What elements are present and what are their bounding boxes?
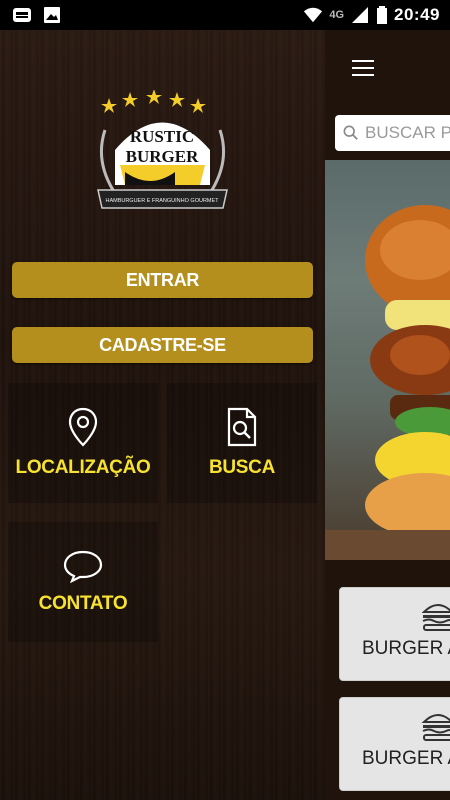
tile-search[interactable]: BUSCA: [167, 383, 317, 503]
hamburger-menu-icon[interactable]: [352, 60, 374, 76]
logo-line1: RUSTIC: [130, 127, 194, 146]
tile-location-label: LOCALIZAÇÃO: [15, 457, 151, 478]
notification-app-icon: [13, 8, 31, 22]
network-type: 4G: [329, 9, 345, 21]
chat-bubble-icon: [63, 550, 103, 583]
hero-burger-image: [325, 160, 450, 560]
location-pin-icon: [68, 407, 98, 447]
status-bar: 4G 20:49: [0, 0, 450, 30]
signup-button[interactable]: CADASTRE-SE: [12, 327, 313, 363]
category-label: BURGER AR: [362, 638, 450, 659]
burger-icon: [421, 604, 450, 631]
burger-photo: [325, 205, 450, 560]
logo-tagline: HAMBURGUER E FRANGUINHO GOURMET: [105, 198, 219, 204]
logo-line2: BURGER: [126, 147, 199, 166]
document-search-icon: [227, 407, 257, 447]
rustic-burger-logo: RUSTIC BURGER HAMBURGUER E FRANGUINHO GO…: [97, 90, 228, 209]
navigation-drawer: RUSTIC BURGER HAMBURGUER E FRANGUINHO GO…: [0, 30, 325, 800]
search-input[interactable]: [365, 123, 450, 143]
login-button[interactable]: ENTRAR: [12, 262, 313, 298]
tile-location[interactable]: LOCALIZAÇÃO: [8, 383, 158, 503]
tile-contact-label: CONTATO: [38, 593, 128, 614]
tile-contact[interactable]: CONTATO: [8, 522, 158, 642]
category-card[interactable]: BURGER AM: [339, 697, 450, 791]
signal-icon: [352, 7, 369, 23]
search-bar[interactable]: [335, 115, 450, 151]
clock: 20:49: [394, 5, 440, 24]
category-label: BURGER AM: [362, 748, 450, 769]
image-icon: [44, 7, 60, 23]
main-view: BURGER AR BURGER AM: [325, 30, 450, 800]
wifi-icon: [304, 7, 323, 23]
search-icon: [343, 125, 358, 140]
tile-search-label: BUSCA: [208, 457, 276, 478]
battery-icon: [377, 6, 388, 24]
burger-icon: [421, 714, 450, 741]
category-card[interactable]: BURGER AR: [339, 587, 450, 681]
